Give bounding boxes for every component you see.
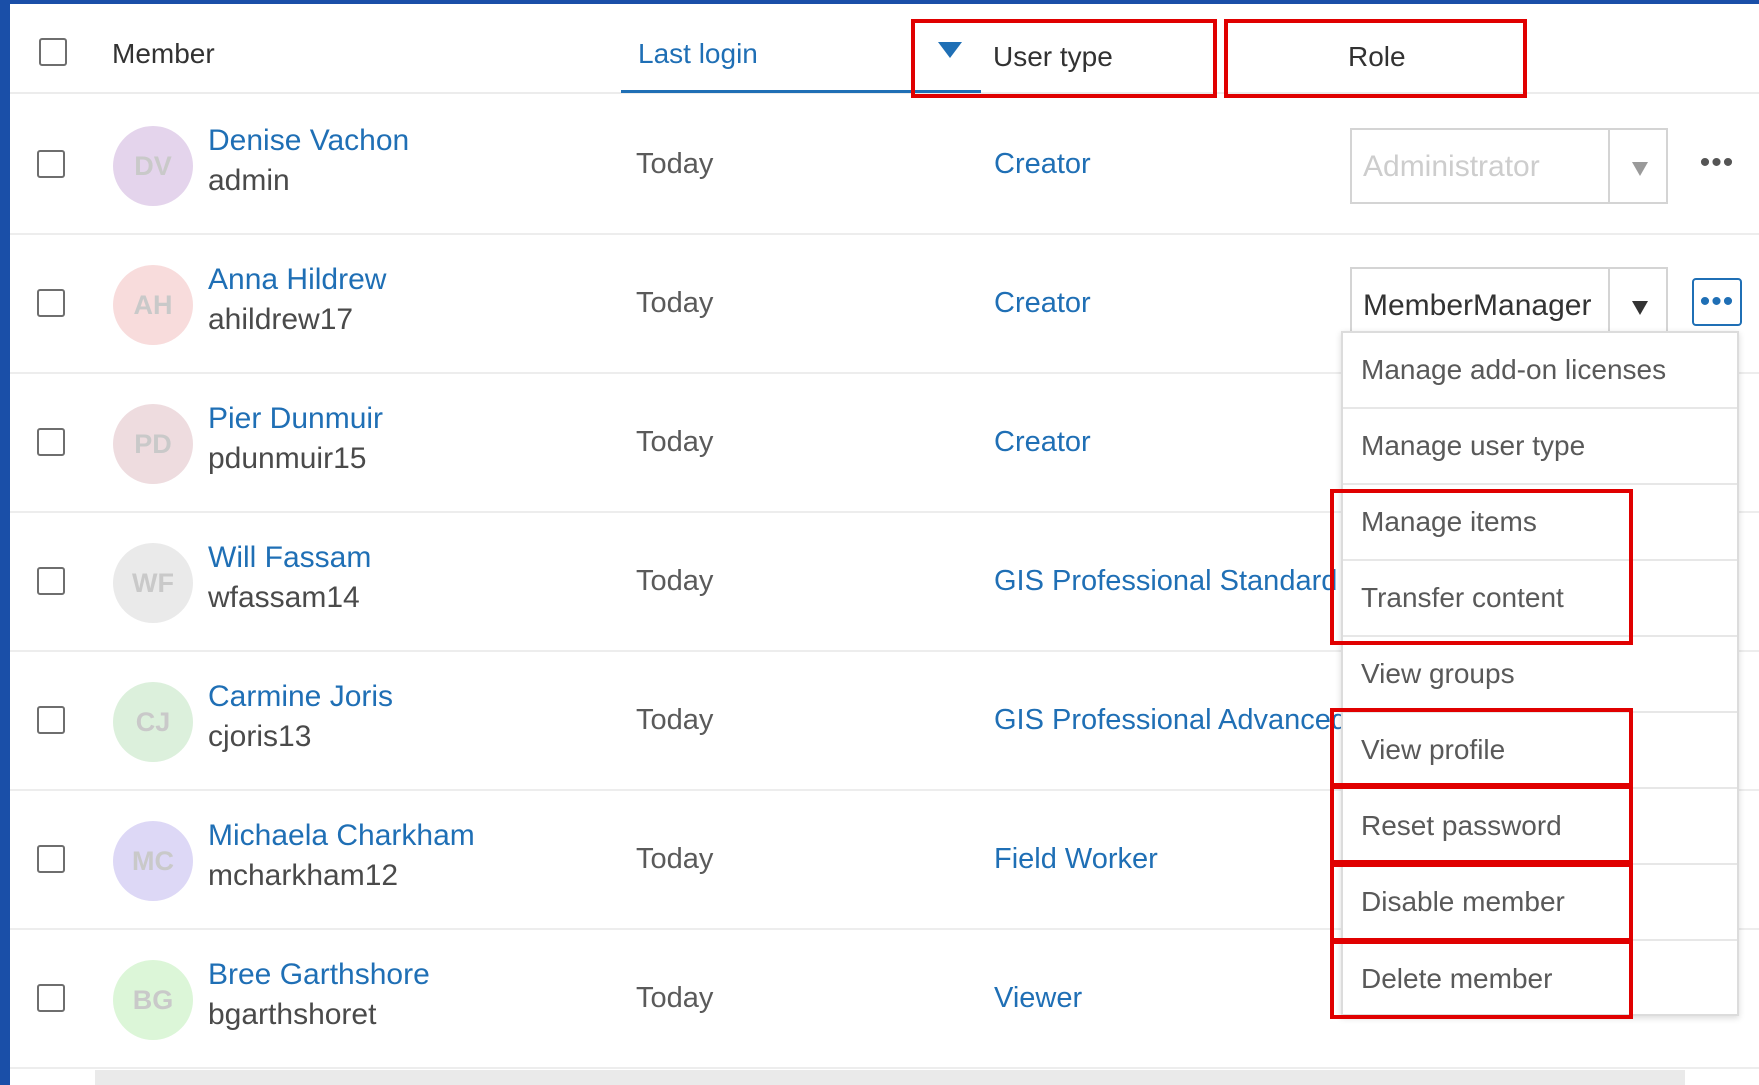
- last-login-value: Today: [636, 843, 714, 875]
- row-checkbox[interactable]: [37, 428, 65, 456]
- user-type-link[interactable]: GIS Professional Advanced: [994, 704, 1347, 737]
- user-type-link[interactable]: Creator: [994, 148, 1091, 181]
- avatar: MC: [113, 821, 193, 901]
- role-select-value: Administrator: [1363, 150, 1540, 183]
- avatar-initials: WF: [132, 567, 174, 598]
- user-type-link[interactable]: Creator: [994, 287, 1091, 320]
- last-login-value: Today: [636, 287, 714, 319]
- header-member[interactable]: Member: [112, 38, 215, 70]
- last-login-value: Today: [636, 704, 714, 736]
- chevron-down-icon: [1632, 162, 1648, 176]
- user-type-link[interactable]: Creator: [994, 426, 1091, 459]
- menu-item-disable-member[interactable]: Disable member: [1343, 865, 1737, 941]
- horizontal-scrollbar[interactable]: [95, 1070, 1685, 1085]
- member-actions-menu: Manage add-on licenses Manage user type …: [1341, 331, 1739, 1016]
- menu-item-reset-password[interactable]: Reset password: [1343, 789, 1737, 865]
- sort-indicator-underline: [621, 90, 981, 93]
- menu-item-view-profile[interactable]: View profile: [1343, 713, 1737, 789]
- user-type-link[interactable]: Viewer: [994, 982, 1082, 1015]
- header-last-login[interactable]: Last login: [638, 38, 758, 70]
- last-login-value: Today: [636, 982, 714, 1014]
- avatar: DV: [113, 126, 193, 206]
- row-checkbox[interactable]: [37, 289, 65, 317]
- menu-item-manage-add-on-licenses[interactable]: Manage add-on licenses: [1343, 333, 1737, 409]
- member-username: cjoris13: [208, 720, 312, 753]
- menu-item-delete-member[interactable]: Delete member: [1343, 941, 1737, 1017]
- row-checkbox[interactable]: [37, 150, 65, 178]
- row-checkbox[interactable]: [37, 706, 65, 734]
- member-username: wfassam14: [208, 581, 360, 614]
- member-name-link[interactable]: Pier Dunmuir: [208, 402, 383, 436]
- more-actions-button[interactable]: •••: [1692, 139, 1742, 187]
- chevron-down-icon: [1632, 301, 1648, 315]
- last-login-value: Today: [636, 426, 714, 458]
- user-type-link[interactable]: Field Worker: [994, 843, 1158, 876]
- table-header: Member Last login User type Role: [10, 4, 1759, 94]
- member-name-link[interactable]: Anna Hildrew: [208, 263, 386, 297]
- select-all-checkbox[interactable]: [39, 38, 67, 66]
- menu-item-transfer-content[interactable]: Transfer content: [1343, 561, 1737, 637]
- avatar: WF: [113, 543, 193, 623]
- member-name-link[interactable]: Carmine Joris: [208, 680, 393, 714]
- member-name-link[interactable]: Michaela Charkham: [208, 819, 475, 853]
- member-name-link[interactable]: Denise Vachon: [208, 124, 409, 158]
- row-checkbox[interactable]: [37, 845, 65, 873]
- row-checkbox[interactable]: [37, 567, 65, 595]
- table-row: DV Denise Vachon admin Today Creator Adm…: [10, 96, 1759, 235]
- avatar: CJ: [113, 682, 193, 762]
- avatar-initials: DV: [134, 150, 172, 181]
- more-actions-button-active[interactable]: •••: [1692, 278, 1742, 326]
- menu-item-manage-user-type[interactable]: Manage user type: [1343, 409, 1737, 485]
- last-login-value: Today: [636, 565, 714, 597]
- last-login-value: Today: [636, 148, 714, 180]
- avatar-initials: MC: [132, 845, 174, 876]
- role-select-value: MemberManager: [1363, 289, 1592, 322]
- member-username: admin: [208, 164, 290, 197]
- avatar: AH: [113, 265, 193, 345]
- avatar-initials: CJ: [135, 706, 171, 737]
- avatar: BG: [113, 960, 193, 1040]
- member-username: ahildrew17: [208, 303, 354, 336]
- member-username: bgarthshoret: [208, 998, 377, 1031]
- role-select-divider: [1608, 130, 1610, 202]
- avatar-initials: BG: [132, 984, 174, 1015]
- user-type-link[interactable]: GIS Professional Standard: [994, 565, 1337, 598]
- header-role[interactable]: Role: [1348, 41, 1406, 73]
- member-name-link[interactable]: Will Fassam: [208, 541, 371, 575]
- member-username: mcharkham12: [208, 859, 399, 892]
- menu-item-view-groups[interactable]: View groups: [1343, 637, 1737, 713]
- avatar-initials: AH: [133, 289, 173, 320]
- members-table: Member Last login User type Role DV Deni…: [10, 4, 1759, 1085]
- role-select: Administrator: [1350, 128, 1668, 204]
- avatar: PD: [113, 404, 193, 484]
- header-user-type[interactable]: User type: [993, 41, 1113, 73]
- avatar-initials: PD: [134, 428, 172, 459]
- member-name-link[interactable]: Bree Garthshore: [208, 958, 430, 992]
- member-username: pdunmuir15: [208, 442, 367, 475]
- sort-descending-icon[interactable]: [938, 42, 962, 58]
- row-checkbox[interactable]: [37, 984, 65, 1012]
- menu-item-manage-items[interactable]: Manage items: [1343, 485, 1737, 561]
